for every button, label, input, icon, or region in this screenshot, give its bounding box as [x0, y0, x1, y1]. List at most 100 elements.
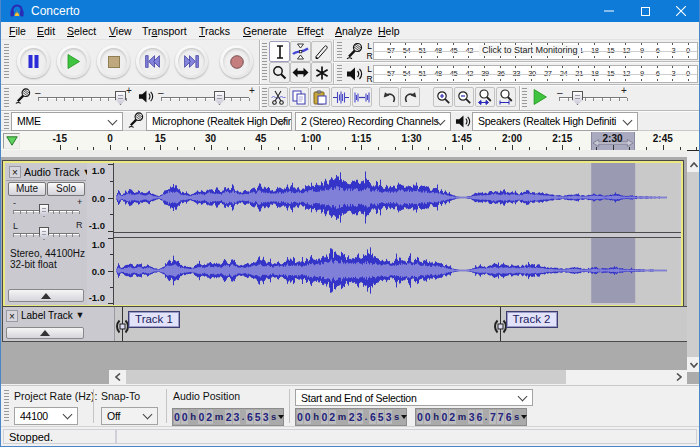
timeline-ruler[interactable]: -1501530451:001:151:301:452:002:152:302:… — [1, 132, 699, 151]
timefield-digit[interactable]: 3 — [262, 410, 269, 424]
recording-channels-combo[interactable]: 2 (Stereo) Recording Channels — [295, 112, 451, 131]
timefield-digit[interactable]: 3 — [468, 410, 475, 424]
fit-project-button[interactable] — [496, 87, 516, 107]
zoom-tool-button[interactable] — [269, 62, 290, 83]
fit-selection-button[interactable] — [475, 87, 495, 107]
timefield-digit[interactable]: 0 — [424, 410, 431, 424]
cut-button[interactable] — [268, 87, 288, 107]
timefield-dropdown-arrow[interactable] — [278, 409, 284, 425]
label-track-collapse-button[interactable] — [6, 327, 84, 339]
label-text[interactable]: Track 1 — [128, 311, 180, 328]
menu-transport[interactable]: Transport — [142, 22, 187, 40]
playback-volume-slider-thumb[interactable] — [214, 91, 225, 105]
recording-device-combo[interactable]: Microphone (Realtek High Defini — [146, 112, 292, 131]
snap-to-combo[interactable]: Off — [101, 407, 158, 425]
timefield-digit[interactable]: 0 — [198, 410, 205, 424]
menu-generate[interactable]: Generate — [243, 22, 287, 40]
audio-track-close-button[interactable]: × — [9, 166, 21, 178]
silence-audio-button[interactable] — [352, 87, 372, 107]
menu-analyze[interactable]: Analyze — [335, 22, 372, 40]
playback-device-combo[interactable]: Speakers (Realtek High Definiti — [472, 112, 638, 131]
multi-tool-button[interactable] — [311, 62, 332, 83]
selection-tool-button[interactable] — [269, 41, 290, 62]
tools-toolbar-grip[interactable] — [262, 43, 267, 81]
label-track[interactable]: × Label Track ▼ Track 1 Track 2 — [2, 306, 688, 342]
zoom-out-button[interactable] — [454, 87, 474, 107]
mixer-toolbar-grip[interactable] — [4, 88, 9, 108]
skip-to-start-button[interactable] — [136, 45, 169, 78]
waveform-channel-left[interactable] — [114, 163, 679, 232]
scroll-right-button[interactable] — [670, 370, 687, 384]
selection-start-field[interactable]: 00h02m23.653s — [295, 408, 407, 426]
menu-file[interactable]: File — [9, 22, 26, 40]
audio-track-collapse-button[interactable] — [8, 289, 84, 302]
recording-volume-slider-thumb[interactable] — [115, 91, 126, 105]
undo-button[interactable] — [379, 87, 399, 107]
play-at-speed-button[interactable] — [529, 86, 551, 108]
recording-meter[interactable]: LR -57-54-51-48-45-42-39-36-33-30-27-24-… — [335, 40, 700, 62]
timefield-digit[interactable]: 0 — [441, 410, 448, 424]
timefield-dropdown-arrow[interactable] — [521, 409, 527, 425]
timefield-digit[interactable]: 2 — [348, 410, 355, 424]
timefield-digit[interactable]: 7 — [489, 410, 496, 424]
track-panel[interactable]: × Audio Track ▼ Mute Solo - + L R — [1, 150, 687, 384]
play-button[interactable] — [57, 45, 90, 78]
timefield-digit[interactable]: 2 — [206, 410, 213, 424]
timefield-digit[interactable]: 6 — [476, 410, 483, 424]
trim-audio-button[interactable] — [331, 87, 351, 107]
play-speed-slider-thumb[interactable] — [572, 91, 583, 105]
selection-toolbar-grip[interactable] — [4, 390, 9, 423]
quick-play-button[interactable] — [3, 133, 20, 149]
copy-button[interactable] — [289, 87, 309, 107]
scroll-down-button[interactable] — [687, 357, 700, 372]
transport-toolbar-grip[interactable] — [4, 44, 9, 80]
edit-toolbar-grip[interactable] — [262, 88, 267, 108]
project-rate-combo[interactable]: 44100 — [14, 407, 78, 425]
record-button[interactable] — [220, 45, 253, 78]
stop-button[interactable] — [97, 45, 130, 78]
scroll-up-button[interactable] — [687, 157, 700, 172]
audio-track-vertical-ruler[interactable]: 1.00.0-1.01.00.0-1.0 — [87, 163, 114, 305]
draw-tool-button[interactable] — [311, 41, 332, 62]
timefield-digit[interactable]: 3 — [233, 410, 240, 424]
monitor-start-label[interactable]: Click to Start Monitoring — [479, 45, 581, 56]
menu-effect[interactable]: Effect — [297, 22, 324, 40]
audio-host-combo[interactable]: MME — [11, 112, 123, 131]
time-shift-tool-button[interactable] — [290, 62, 311, 83]
label-text[interactable]: Track 2 — [506, 311, 558, 328]
playback-meter[interactable]: LR -57-54-51-48-45-42-39-36-33-30-27-24-… — [335, 63, 700, 85]
scroll-left-button[interactable] — [109, 370, 126, 384]
timefield-digit[interactable]: 0 — [174, 410, 181, 424]
label-track-close-button[interactable]: × — [6, 310, 18, 322]
waveform-channel-right[interactable] — [114, 238, 679, 303]
redo-button[interactable] — [400, 87, 420, 107]
gain-slider-thumb[interactable] — [39, 204, 49, 217]
selection-mode-combo[interactable]: Start and End of Selection — [295, 389, 533, 406]
timefield-digit[interactable]: 0 — [321, 410, 328, 424]
audio-track[interactable]: × Audio Track ▼ Mute Solo - + L R — [2, 160, 684, 308]
selection-end-field[interactable]: 00h02m36.776s — [415, 408, 527, 426]
maximize-button[interactable] — [627, 0, 663, 22]
zoom-in-button[interactable] — [433, 87, 453, 107]
timefield-digit[interactable]: 0 — [304, 410, 311, 424]
horizontal-scrollbar-thumb[interactable] — [126, 370, 566, 384]
timefield-digit[interactable]: 2 — [449, 410, 456, 424]
pan-slider-thumb[interactable] — [39, 227, 49, 240]
close-button[interactable] — [663, 0, 699, 22]
timefield-digit[interactable]: 5 — [254, 410, 261, 424]
timefield-digit[interactable]: 2 — [225, 410, 232, 424]
vertical-scrollbar[interactable] — [687, 157, 700, 372]
playback-meter-grip[interactable] — [337, 65, 342, 83]
menu-tracks[interactable]: Tracks — [199, 22, 230, 40]
envelope-tool-button[interactable] — [290, 41, 311, 62]
timefield-digit[interactable]: 0 — [417, 410, 424, 424]
paste-button[interactable] — [310, 87, 330, 107]
timefield-digit[interactable]: 2 — [329, 410, 336, 424]
label-track-name[interactable]: Label Track ▼ — [21, 310, 84, 321]
timefield-digit[interactable]: 3 — [356, 410, 363, 424]
menu-help[interactable]: Help — [378, 22, 400, 40]
label-track-content[interactable]: Track 1 Track 2 — [114, 307, 687, 341]
play-at-speed-grip[interactable] — [522, 88, 527, 108]
horizontal-scrollbar[interactable] — [109, 370, 687, 384]
timefield-digit[interactable]: 3 — [385, 410, 392, 424]
